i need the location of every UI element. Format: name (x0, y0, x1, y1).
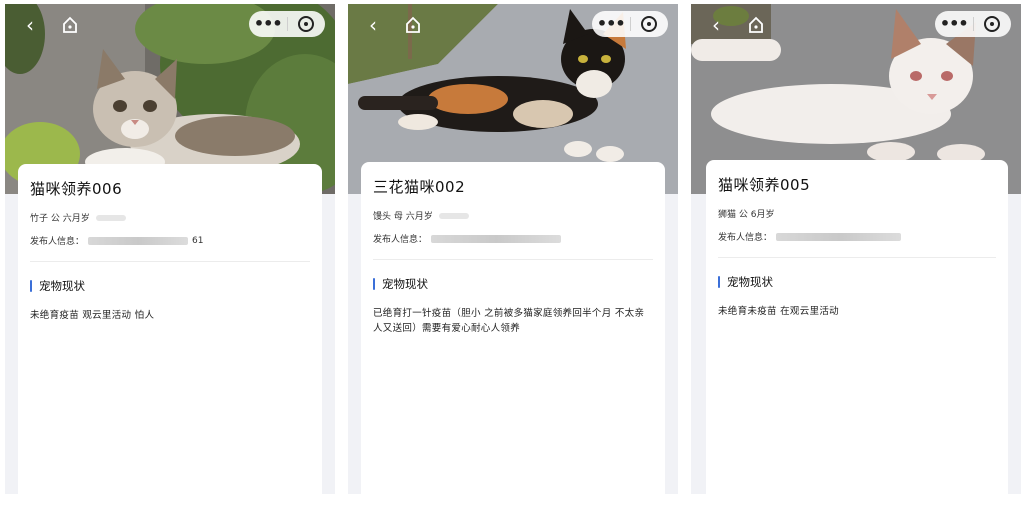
pet-status-text: 未绝育未疫苗 在观云里活动 (718, 306, 839, 317)
pet-meta: 狮猫 公 6月岁 (718, 207, 996, 220)
section-title: 宠物现状 (718, 274, 996, 290)
divider (718, 257, 996, 258)
mini-program-capsule: ••• (249, 11, 325, 37)
section-accent-bar (30, 280, 32, 292)
publisher-label: 发布人信息： (373, 235, 428, 245)
section-title: 宠物现状 (373, 276, 653, 292)
home-icon[interactable] (745, 14, 767, 36)
pet-info-card: 猫咪领养005 狮猫 公 6月岁 发布人信息： 宠物现状 未绝育未疫苗 在观云里… (706, 160, 1008, 494)
pet-info-card: 猫咪领养006 竹子 公 六月岁 发布人信息： 61 宠物现状 未绝育疫苗 观云… (18, 164, 322, 494)
publisher-blurred-value (431, 234, 562, 243)
section-title-text: 宠物现状 (382, 277, 428, 291)
back-chevron-icon[interactable]: ‹ (705, 14, 727, 36)
pet-status-text: 未绝育疫苗 观云里活动 怕人 (30, 310, 155, 321)
back-chevron-icon[interactable]: ‹ (19, 14, 41, 36)
publisher-label: 发布人信息： (718, 233, 773, 243)
mini-program-capsule: ••• (592, 11, 668, 37)
pet-title: 三花猫咪002 (373, 178, 466, 196)
close-target-icon[interactable] (288, 16, 326, 32)
section-title-text: 宠物现状 (39, 279, 85, 293)
pet-info-card: 三花猫咪002 馒头 母 六月岁 发布人信息： 宠物现状 已绝育打一针疫苗（胆小… (361, 162, 665, 494)
close-target-icon[interactable] (631, 16, 669, 32)
blurred-text (438, 212, 469, 219)
pet-meta-text: 狮猫 公 6月岁 (718, 210, 775, 220)
close-target-icon[interactable] (974, 16, 1012, 32)
publisher-blurred-value (88, 236, 189, 245)
divider (30, 261, 310, 262)
back-chevron-icon[interactable]: ‹ (362, 14, 384, 36)
home-icon[interactable] (402, 14, 424, 36)
pet-title: 猫咪领养006 (30, 180, 123, 198)
pet-title: 猫咪领养005 (718, 176, 811, 194)
phone-screen-2: ‹ ••• 三花猫咪002 馒头 母 六月岁 发布人信息： 宠物现状 已绝育打一… (348, 4, 678, 494)
pet-meta: 竹子 公 六月岁 (30, 211, 310, 224)
section-accent-bar (373, 278, 375, 290)
section-accent-bar (718, 276, 720, 288)
phone-screen-3: ‹ ••• 猫咪领养005 狮猫 公 6月岁 发布人信息： 宠物现状 未绝育未疫… (691, 4, 1021, 494)
home-icon[interactable] (59, 14, 81, 36)
pet-meta-text: 竹子 公 六月岁 (30, 214, 90, 224)
pet-status-text: 已绝育打一针疫苗（胆小 之前被多猫家庭领养回半个月 不太亲人又送回）需要有爱心耐… (373, 308, 645, 334)
section-title-text: 宠物现状 (727, 275, 773, 289)
mini-program-capsule: ••• (935, 11, 1011, 37)
publisher-info: 发布人信息： (718, 230, 996, 243)
publisher-info: 发布人信息： (373, 232, 653, 245)
publisher-tail: 61 (192, 235, 204, 246)
section-title: 宠物现状 (30, 278, 310, 294)
publisher-info: 发布人信息： 61 (30, 234, 310, 248)
more-dots-icon[interactable]: ••• (592, 14, 630, 34)
publisher-blurred-value (776, 232, 902, 241)
more-dots-icon[interactable]: ••• (249, 14, 287, 34)
pet-meta-text: 馒头 母 六月岁 (373, 212, 433, 222)
publisher-label: 发布人信息： (30, 237, 85, 247)
more-dots-icon[interactable]: ••• (935, 14, 973, 34)
blurred-text (95, 214, 126, 221)
phone-screen-1: ‹ ••• 猫咪领养006 竹子 公 六月岁 发布人信息： 61 宠物现状 未绝… (5, 4, 335, 494)
pet-meta: 馒头 母 六月岁 (373, 209, 653, 222)
divider (373, 259, 653, 260)
